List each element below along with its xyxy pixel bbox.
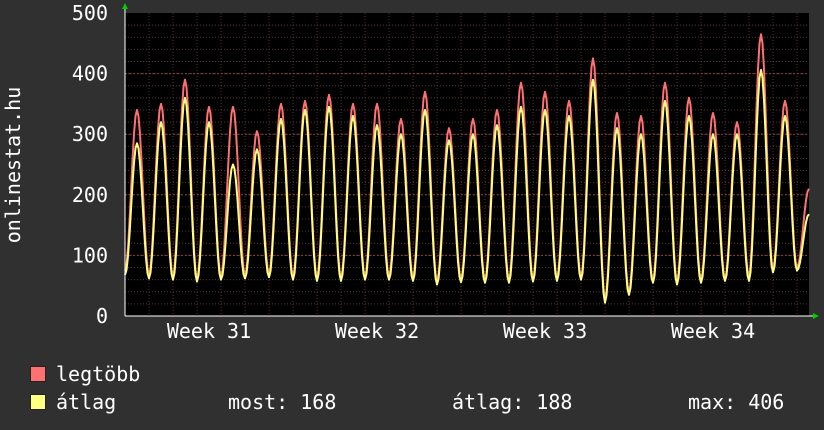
y-tick-label: 300 bbox=[72, 122, 108, 146]
x-tick-label: Week 33 bbox=[503, 319, 587, 343]
avg-swatch bbox=[30, 394, 46, 410]
y-tick-label: 100 bbox=[72, 243, 108, 267]
x-tick-labels: Week 31 Week 32 Week 33 Week 34 bbox=[167, 319, 755, 343]
legend-item-max: legtöbb bbox=[30, 362, 140, 386]
stat-now: most: 168 bbox=[228, 390, 337, 414]
y-tick-label: 400 bbox=[72, 62, 108, 86]
y-tick-label: 0 bbox=[96, 304, 108, 328]
x-axis-arrow bbox=[813, 313, 819, 319]
max-swatch bbox=[30, 366, 46, 382]
y-axis-arrow bbox=[122, 3, 128, 9]
stat-avg: átlag: 188 bbox=[452, 390, 573, 414]
x-tick-label: Week 31 bbox=[167, 319, 251, 343]
legend-label-max: legtöbb bbox=[56, 362, 141, 386]
legend-item-avg: átlag bbox=[30, 390, 116, 414]
y-axis-label: onlinestat.hu bbox=[1, 87, 25, 244]
stat-max: max: 406 bbox=[688, 390, 785, 414]
y-tick-labels: 0 100 200 300 400 500 bbox=[72, 1, 108, 328]
legend-label-avg: átlag bbox=[56, 390, 117, 414]
x-tick-label: Week 34 bbox=[671, 319, 755, 343]
y-tick-label: 200 bbox=[72, 183, 108, 207]
x-tick-label: Week 32 bbox=[335, 319, 419, 343]
traffic-chart: 0100200300400500 Week 31 Week 32 Week 33 We… bbox=[1, 1, 819, 343]
y-tick-label: 500 bbox=[72, 1, 108, 25]
